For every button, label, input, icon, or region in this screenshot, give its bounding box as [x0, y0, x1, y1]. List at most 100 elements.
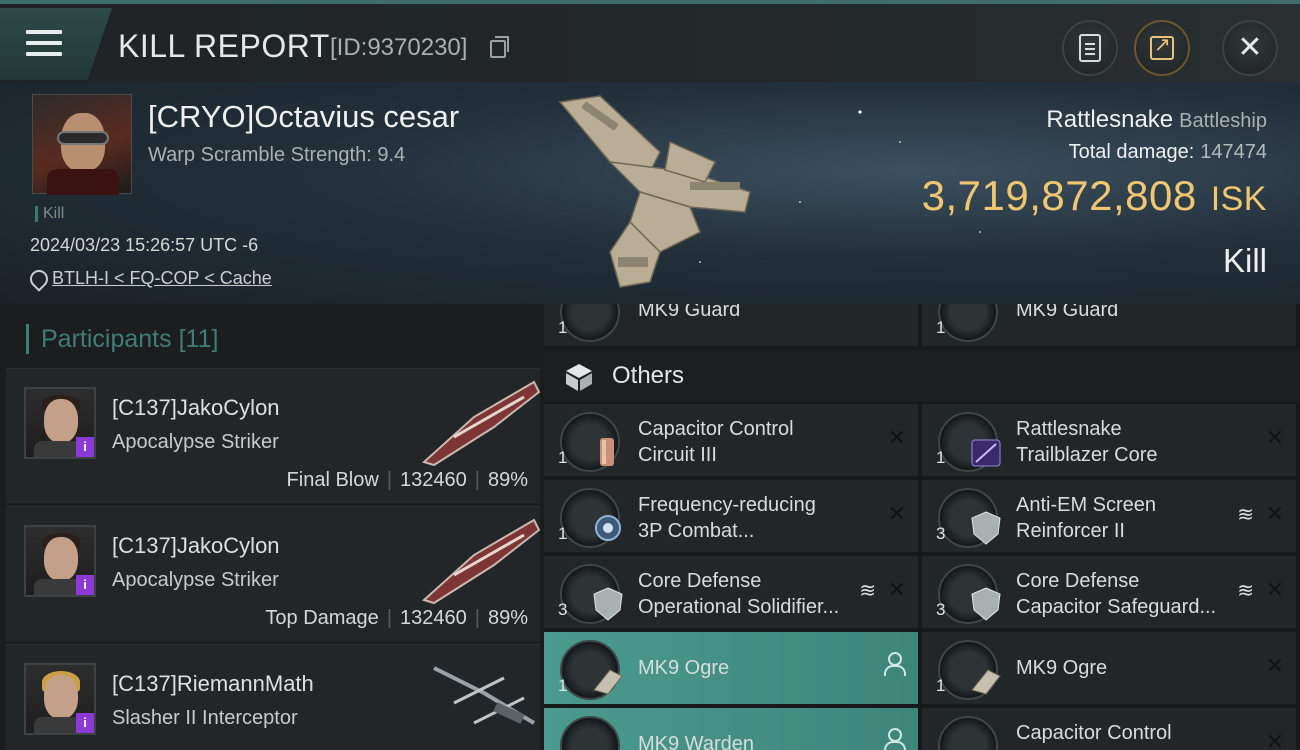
participants-title: Participants [11] [26, 324, 218, 354]
item-card[interactable]: 1 Rattlesnake Trailblazer Core ✕ [922, 404, 1296, 476]
item-card[interactable]: 1 Capacitor Control ✕ [922, 708, 1296, 750]
item-quantity: 1 [558, 318, 568, 337]
drone-icon [938, 640, 1001, 700]
item-quantity: 1 [936, 448, 946, 467]
stack-icon[interactable]: ≋ [859, 578, 876, 602]
item-name: Rattlesnake Trailblazer Core [1016, 418, 1158, 466]
capacitor-circuit-icon [560, 412, 620, 472]
item-card[interactable]: 1 Capacitor Control Circuit III ✕ [544, 404, 918, 476]
item-card[interactable]: 1 MK9 Ogre ✕ [922, 632, 1296, 704]
participant-role: Top Damage [265, 607, 379, 629]
participant-row[interactable]: i [C137]JakoCylon Apocalypse Striker Fin… [6, 368, 541, 503]
item-name: MK9 Warden [638, 733, 754, 750]
pilot-icon[interactable] [882, 652, 906, 676]
isk-value: 3,719,872,808 ISK [922, 172, 1267, 220]
warp-scramble-strength: Warp Scramble Strength: 9.4 [148, 144, 406, 166]
participant-role: Final Blow [286, 469, 379, 491]
hamburger-menu-icon[interactable] [26, 30, 62, 58]
location-text[interactable]: BTLH-I < FQ-COP < Cache [52, 268, 272, 289]
remove-icon[interactable]: ✕ [1266, 654, 1284, 679]
drone-icon [560, 716, 620, 750]
item-name: Capacitor Control Circuit III [638, 418, 794, 466]
items-panel: 1 MK9 Guard 1 MK9 Guard Others 1 Capacit… [544, 304, 1300, 750]
shield-module-icon [938, 564, 1001, 624]
report-button[interactable] [1062, 20, 1118, 76]
cube-icon [566, 364, 592, 391]
stack-icon[interactable]: ≋ [1237, 578, 1254, 602]
ship-name-text: Rattlesnake [1046, 106, 1174, 133]
participant-ship: Slasher II Interceptor [112, 707, 298, 729]
participant-row[interactable]: i [C137]JakoCylon Apocalypse Striker Top… [6, 506, 541, 641]
item-name: Core Defense Operational Solidifier... [638, 570, 840, 618]
participant-damage: 132460 [400, 469, 467, 491]
item-card[interactable]: 3 Anti-EM Screen Reinforcer II ≋ ✕ [922, 480, 1296, 552]
section-label: Others [612, 362, 685, 389]
remove-icon[interactable]: ✕ [1266, 502, 1284, 527]
shield-module-icon [938, 488, 1001, 548]
menu-tab[interactable] [0, 8, 112, 80]
remove-icon[interactable]: ✕ [1266, 578, 1284, 603]
item-name: Frequency-reducing 3P Combat... [638, 494, 816, 542]
capacitor-circuit-icon [938, 716, 998, 750]
rank-badge-icon: i [76, 437, 94, 457]
stack-icon[interactable]: ≋ [1237, 502, 1254, 526]
item-quantity: 1 [558, 448, 568, 467]
shield-module-icon [560, 564, 623, 624]
total-damage-label: Total damage: [1068, 141, 1195, 163]
victim-name[interactable]: [CRYO]Octavius cesar [148, 99, 459, 135]
top-bar: KILL REPORT [ID:9370230] ✕ [0, 0, 1300, 82]
pilot-icon[interactable] [882, 728, 906, 750]
total-damage-value: 147474 [1200, 141, 1267, 163]
participant-avatar[interactable]: i [24, 663, 96, 735]
remove-icon[interactable]: ✕ [888, 578, 906, 603]
item-quantity: 1 [558, 676, 568, 695]
remove-icon[interactable]: ✕ [1266, 426, 1284, 451]
clipboard-icon [1079, 34, 1101, 62]
page-title: KILL REPORT [118, 28, 330, 64]
participant-stats: Top Damage | 132460 | 89% [265, 607, 528, 629]
location-link[interactable]: BTLH-I < FQ-COP < Cache [30, 268, 272, 289]
location-pin-icon [30, 270, 44, 288]
item-name: Capacitor Control [1016, 722, 1172, 744]
close-button[interactable]: ✕ [1222, 20, 1278, 76]
item-card[interactable]: 1 Frequency-reducing 3P Combat... ✕ [544, 480, 918, 552]
close-icon: ✕ [1237, 30, 1263, 65]
rank-badge-icon: i [76, 575, 94, 595]
remove-icon[interactable]: ✕ [888, 502, 906, 527]
victim-avatar[interactable] [32, 94, 132, 195]
participants-title-text: Participants [41, 325, 172, 353]
item-card[interactable]: 1 MK9 Guard [544, 304, 918, 346]
victim-ship-name: Rattlesnake Battleship [1046, 106, 1267, 134]
item-card[interactable]: 1 MK9 Guard [922, 304, 1296, 346]
participant-avatar[interactable]: i [24, 525, 96, 597]
item-card-selected[interactable]: 1 MK9 Ogre [544, 632, 918, 704]
item-name: Anti-EM Screen Reinforcer II [1016, 494, 1157, 542]
participant-ship-image [422, 518, 541, 605]
participant-name: [C137]JakoCylon [112, 395, 280, 420]
item-card-selected[interactable]: 1 MK9 Warden [544, 708, 918, 750]
item-name: Core Defense Capacitor Safeguard... [1016, 570, 1217, 618]
item-quantity: 3 [936, 524, 946, 543]
item-card[interactable]: 3 Core Defense Capacitor Safeguard... ≋ … [922, 556, 1296, 628]
item-quantity: 3 [936, 600, 946, 619]
trailblazer-core-icon [938, 412, 1001, 472]
participant-ship-image [433, 666, 536, 725]
item-name: MK9 Ogre [1016, 657, 1108, 679]
item-quantity: 3 [558, 600, 568, 619]
remove-icon[interactable]: ✕ [1266, 730, 1284, 750]
item-quantity: 1 [936, 318, 946, 337]
participant-avatar[interactable]: i [24, 387, 96, 459]
copy-icon[interactable] [490, 36, 509, 58]
item-name: MK9 Guard [1016, 304, 1119, 321]
participant-row[interactable]: i [C137]RiemannMath Slasher II Intercept… [6, 644, 540, 750]
share-button[interactable] [1134, 20, 1190, 76]
participant-name: [C137]JakoCylon [112, 533, 280, 558]
remove-icon[interactable]: ✕ [888, 426, 906, 451]
participant-ship-image [422, 380, 541, 467]
item-card[interactable]: 3 Core Defense Operational Solidifier...… [544, 556, 918, 628]
victim-ship-image [558, 95, 751, 288]
section-others-header: Others [544, 350, 1300, 402]
participants-panel: Participants [11] i [C137]JakoCylon Apoc… [0, 304, 541, 750]
item-name: MK9 Guard [638, 304, 741, 321]
participants-count: [11] [178, 325, 219, 353]
